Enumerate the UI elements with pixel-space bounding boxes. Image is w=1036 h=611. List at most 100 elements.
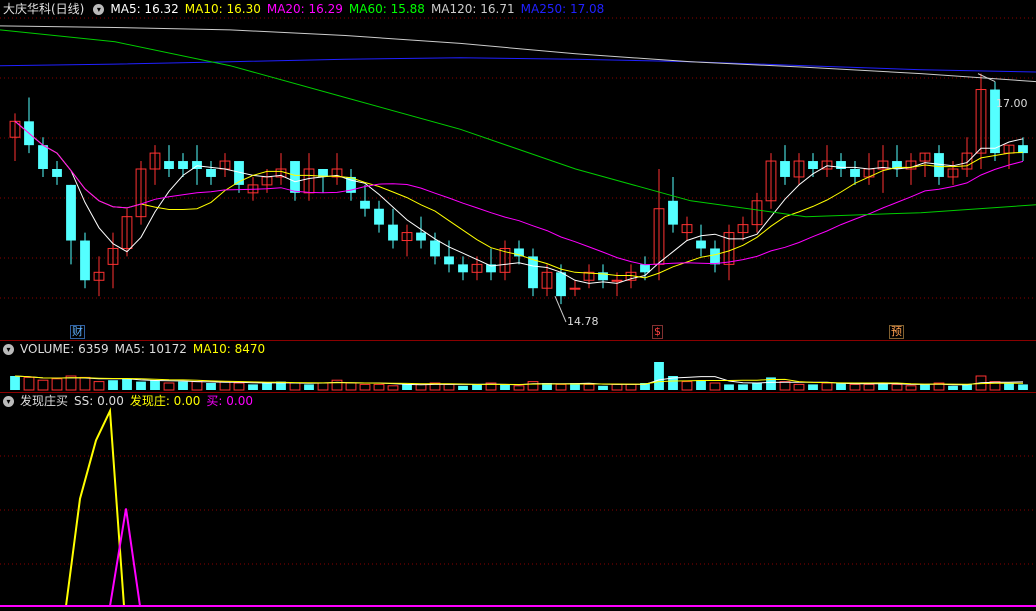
candle-body-down — [640, 264, 650, 273]
candle-body-down — [696, 240, 706, 249]
volume-bar-up — [821, 382, 833, 391]
volume-bar-up — [51, 378, 63, 391]
volume-bar-down — [472, 384, 482, 390]
volume-bar-up — [191, 381, 203, 391]
volume-bar-up — [555, 383, 567, 391]
candle-body-down — [388, 224, 398, 241]
volume-bar-up — [415, 383, 427, 391]
candle-body-down — [360, 200, 370, 209]
volume-bar-up — [625, 383, 637, 391]
candle-body-down — [206, 169, 216, 177]
candle-body-down — [556, 272, 566, 297]
indicator-panel[interactable]: ▾ 发现庄买 SS: 0.00 发现庄: 0.00 买: 0.00 — [0, 393, 1036, 611]
high-price-label: 17.00 — [996, 97, 1028, 110]
candle-body-down — [430, 240, 440, 257]
volume-bar-down — [1004, 383, 1014, 390]
volume-bar-up — [583, 383, 595, 391]
candle-body-down — [164, 161, 174, 169]
candle-body-down — [444, 256, 454, 265]
volume-bar-up — [513, 385, 525, 391]
volume-bar-down — [962, 384, 972, 390]
volume-bar-down — [122, 378, 132, 390]
volume-bar-up — [37, 379, 49, 391]
candle-body-down — [80, 240, 90, 281]
volume-bar-down — [500, 384, 510, 390]
ma60-line — [0, 29, 1036, 218]
price-panel[interactable]: 大庆华科(日线) ▾ MA5: 16.32 MA10: 16.30 MA20: … — [0, 0, 1036, 340]
volume-bar-down — [262, 383, 272, 390]
volume-bar-up — [891, 383, 903, 391]
candle-body-down — [178, 161, 188, 169]
buy-line — [0, 508, 1036, 607]
volume-bar-down — [108, 380, 118, 390]
forecast-marker[interactable]: 预 — [889, 325, 904, 339]
candle-body-down — [780, 161, 790, 177]
volume-bar-up — [863, 383, 875, 391]
volume-bar-down — [206, 383, 216, 390]
low-price-label: 14.78 — [567, 315, 599, 328]
volume-bar-down — [654, 362, 664, 390]
volume-bar-down — [836, 383, 846, 390]
volume-bar-down — [402, 384, 412, 390]
volume-bar-up — [849, 383, 861, 391]
candle-body-up — [611, 279, 623, 282]
candle-body-down — [38, 145, 48, 169]
candle-body-down — [458, 264, 468, 273]
volume-bar-up — [527, 381, 539, 391]
volume-bar-down — [598, 385, 608, 390]
volume-bar-up — [219, 381, 231, 391]
volume-bar-up — [681, 381, 693, 391]
candle-body-down — [850, 169, 860, 177]
volume-chart[interactable] — [0, 341, 1036, 392]
candle-body-down — [710, 248, 720, 265]
volume-bar-down — [752, 383, 762, 390]
volume-bar-up — [345, 382, 357, 391]
candle-body-down — [1018, 145, 1028, 154]
volume-bar-down — [248, 384, 258, 390]
candle-body-down — [290, 161, 300, 193]
candle-body-down — [528, 256, 538, 289]
volume-bar-down — [808, 384, 818, 390]
volume-bar-up — [359, 383, 371, 391]
candlestick-chart[interactable] — [0, 0, 1036, 340]
volume-bar-down — [948, 385, 958, 390]
volume-bar-up — [289, 382, 301, 391]
candle-body-down — [668, 200, 678, 225]
volume-bar-up — [317, 382, 329, 391]
ma120-line — [0, 25, 1036, 83]
volume-bar-down — [724, 384, 734, 390]
volume-bar-up — [387, 385, 399, 391]
dividend-marker[interactable]: $ — [652, 325, 663, 339]
finance-marker[interactable]: 财 — [70, 325, 85, 339]
candle-body-up — [569, 287, 581, 290]
volume-bar-up — [905, 385, 917, 391]
volume-bar-down — [150, 380, 160, 390]
volume-bar-up — [233, 382, 245, 391]
volume-bar-up — [611, 383, 623, 391]
volume-bar-down — [458, 385, 468, 390]
volume-bar-up — [709, 382, 721, 391]
candle-body-down — [374, 208, 384, 225]
volume-bar-up — [443, 383, 455, 391]
volume-bar-down — [10, 376, 20, 390]
volume-bar-up — [331, 379, 343, 391]
candle-body-down — [52, 169, 62, 177]
volume-bar-up — [163, 382, 175, 391]
volume-bar-down — [304, 384, 314, 390]
candle-body-down — [416, 232, 426, 241]
volume-bar-up — [93, 381, 105, 391]
ma10-line — [14, 120, 1024, 279]
volume-bar-down — [136, 381, 146, 390]
indicator-chart[interactable] — [0, 393, 1036, 611]
volume-bar-up — [373, 383, 385, 391]
volume-panel[interactable]: ▾ VOLUME: 6359 MA5: 10172 MA10: 8470 — [0, 341, 1036, 392]
volume-bar-down — [1018, 384, 1028, 390]
candle-body-down — [66, 184, 76, 241]
ma250-line — [0, 57, 1036, 73]
ss-line — [0, 407, 1036, 607]
volume-bar-down — [696, 380, 706, 390]
volume-bar-down — [920, 384, 930, 390]
volume-bar-up — [779, 381, 791, 391]
candle-body-down — [808, 161, 818, 169]
volume-bar-down — [178, 381, 188, 390]
